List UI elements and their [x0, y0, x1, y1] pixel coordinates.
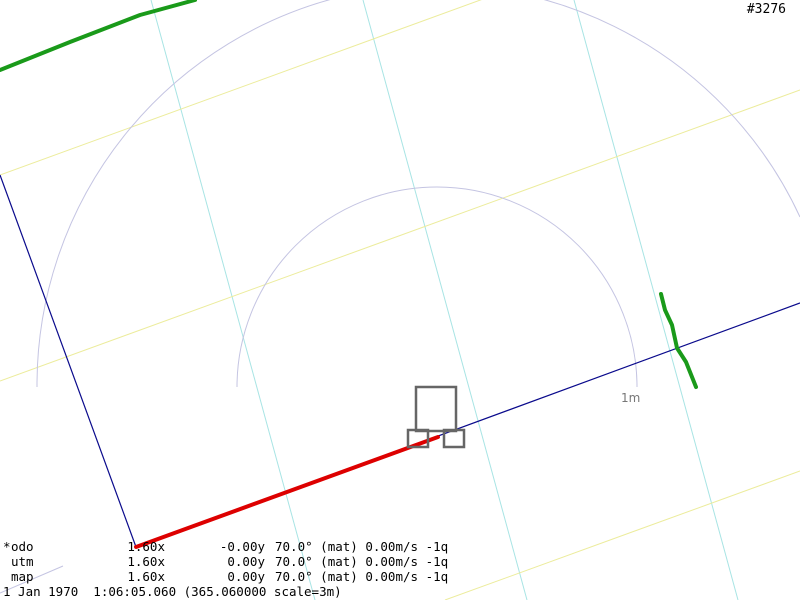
pose-active-marker: * — [3, 539, 11, 554]
map-viewport[interactable]: 1m — [0, 0, 800, 600]
pose-row-utm: utm 1.60x 0.00y 70.0° (mat) 0.00m/s -1q — [3, 554, 448, 569]
pose-mode: (mat) — [320, 554, 358, 569]
pose-frame-name: utm — [11, 554, 34, 569]
pose-speed: 0.00m/s — [365, 554, 419, 569]
pose-row-odo: * odo 1.60x -0.00y 70.0° (mat) 0.00m/s -… — [3, 539, 448, 554]
pose-quality: -1q — [425, 569, 449, 584]
pose-speed: 0.00m/s — [365, 569, 419, 584]
pose-quality: -1q — [425, 539, 449, 554]
pose-speed: 0.00m/s — [365, 539, 419, 554]
pose-frame-name: map — [11, 569, 34, 584]
obstacle-points — [0, 0, 698, 389]
pose-x: 1.60x — [127, 554, 165, 569]
pose-heading: 70.0° — [275, 554, 313, 569]
pose-active-marker — [3, 569, 11, 584]
range-ring-label: 1m — [621, 391, 640, 405]
pose-x: 1.60x — [127, 539, 165, 554]
pose-y: 0.00y — [227, 554, 265, 569]
pose-quality: -1q — [425, 554, 449, 569]
grid-lines-yellow — [0, 0, 800, 600]
pose-y: 0.00y — [227, 569, 265, 584]
odometry-trail — [134, 435, 440, 549]
pose-y: -0.00y — [219, 539, 265, 554]
timestamp-line: 1 Jan 1970 1:06:05.060 (365.060000 scale… — [3, 584, 342, 599]
pose-active-marker — [3, 554, 11, 569]
frame-counter: #3276 — [746, 2, 786, 17]
pose-mode: (mat) — [320, 539, 358, 554]
pose-mode: (mat) — [320, 569, 358, 584]
pose-heading: 70.0° — [275, 569, 313, 584]
pose-frame-name: odo — [11, 539, 34, 554]
pose-status-panel: * odo 1.60x -0.00y 70.0° (mat) 0.00m/s -… — [3, 539, 448, 599]
axis-lines — [0, 174, 800, 548]
pose-x: 1.60x — [127, 569, 165, 584]
pose-heading: 70.0° — [275, 539, 313, 554]
pose-row-map: map 1.60x 0.00y 70.0° (mat) 0.00m/s -1q — [3, 569, 448, 584]
